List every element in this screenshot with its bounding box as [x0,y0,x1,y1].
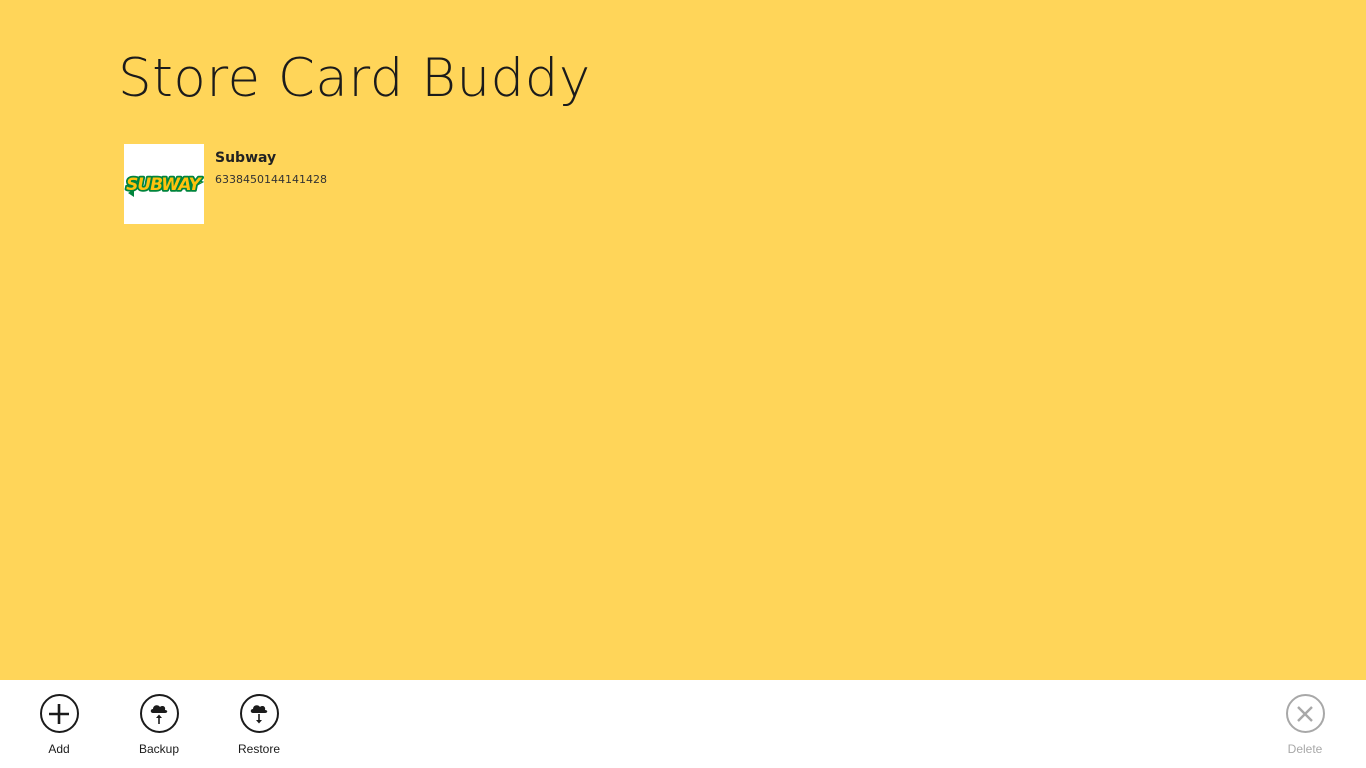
backup-icon [150,704,168,724]
restore-button-label: Restore [237,742,281,756]
card-name: Subway [215,150,277,166]
svg-text:SUBWAY: SUBWAY [126,175,202,195]
backup-button[interactable]: Backup [119,694,199,756]
backup-button-label: Backup [138,742,180,756]
app-bar: Add Backup Restore Delete [0,680,1366,768]
add-button[interactable]: Add [19,694,99,756]
card-number: 6338450144141428 [215,173,327,186]
add-button-label: Add [48,742,70,756]
restore-button[interactable]: Restore [219,694,299,756]
card-item-subway[interactable]: SUBWAY Subway 6338450144141428 [124,144,327,224]
restore-icon [250,704,268,723]
delete-button-label: Delete [1287,742,1323,756]
page-title: Store Card Buddy [118,48,591,109]
delete-button[interactable]: Delete [1265,694,1345,756]
subway-logo: SUBWAY [124,144,204,224]
delete-icon [1297,705,1313,722]
add-icon [49,703,69,724]
